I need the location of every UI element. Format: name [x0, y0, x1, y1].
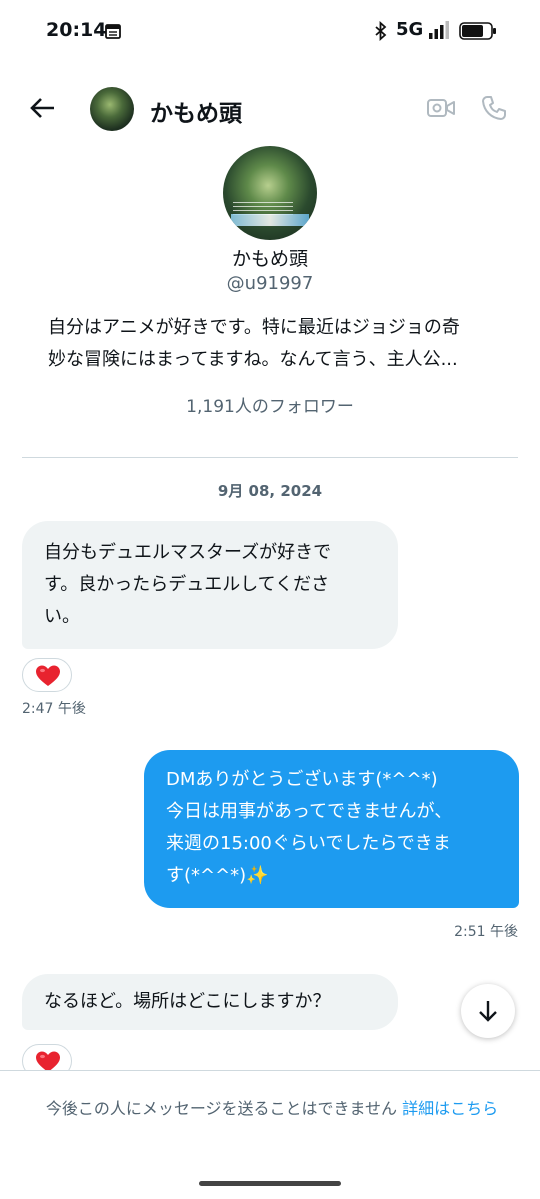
dm-restricted-footer: 今後この人にメッセージを送ることはできません 詳細はこちら — [0, 1070, 540, 1199]
video-call-icon[interactable] — [426, 95, 456, 121]
date-separator: 9月 08, 2024 — [217, 482, 323, 500]
message-bubble-incoming[interactable]: 自分もデュエルマスターズが好きで す。良かったらデュエルしてくださ い。 — [22, 521, 398, 649]
scroll-to-bottom-button[interactable] — [461, 984, 515, 1038]
conversation-title[interactable]: かもめ頭 — [150, 94, 242, 128]
back-arrow-icon[interactable] — [28, 94, 56, 122]
conversation-header: かもめ頭 — [0, 80, 540, 140]
heart-reaction[interactable] — [22, 658, 72, 692]
calendar-icon — [105, 24, 121, 39]
message-bubble-incoming[interactable]: なるほど。場所はどこにしますか？ — [22, 974, 398, 1030]
dm-restricted-notice: 今後この人にメッセージを送ることはできません 詳細はこちら — [24, 1095, 520, 1122]
notice-text: 今後この人にメッセージを送ることはできません — [45, 1099, 403, 1118]
message-text: す(*^^*)✨ — [166, 865, 269, 886]
battery-icon — [459, 22, 496, 40]
profile-handle[interactable]: @u91997 — [0, 273, 540, 294]
message-text: い。 — [44, 606, 80, 627]
message-bubble-outgoing[interactable]: DMありがとうございます(*^^*) 今日は用事があってできませんが、 来週の1… — [144, 750, 519, 908]
status-time: 20:14 — [46, 19, 107, 41]
status-bar: 20:14 5G — [0, 0, 540, 62]
message-text: す。良かったらデュエルしてくださ — [44, 574, 330, 595]
learn-more-link[interactable]: 詳細はこちら — [402, 1099, 498, 1118]
message-text: DMありがとうございます(*^^*) — [166, 769, 438, 790]
avatar-card-logo — [231, 214, 309, 226]
profile-bio-line: 自分はアニメが好きです。特に最近はジョジョの奇 — [48, 317, 460, 338]
divider — [22, 457, 518, 458]
message-text: 自分もデュエルマスターズが好きで — [44, 542, 332, 563]
message-text: 来週の15:00ぐらいでしたらできま — [166, 833, 451, 854]
arrow-down-icon — [479, 1001, 497, 1022]
home-indicator[interactable] — [199, 1181, 341, 1186]
bluetooth-icon — [375, 21, 387, 41]
signal-icon — [429, 21, 449, 39]
profile-avatar[interactable] — [223, 146, 317, 240]
profile-bio: 自分はアニメが好きです。特に最近はジョジョの奇 妙な冒険にはまってますね。なんて… — [48, 312, 498, 376]
message-timestamp: 2:47 午後 — [22, 701, 86, 717]
followers-count[interactable]: 1,191人のフォロワー — [0, 392, 540, 417]
network-label: 5G — [396, 19, 424, 40]
phone-call-icon[interactable] — [480, 94, 508, 122]
header-avatar[interactable] — [90, 87, 134, 131]
profile-bio-line: 妙な冒険にはまってますね。なんて言う、主人公... — [48, 349, 458, 370]
message-timestamp: 2:51 午後 — [454, 924, 518, 940]
heart-icon — [36, 665, 60, 686]
profile-name[interactable]: かもめ頭 — [0, 244, 540, 271]
message-text: 今日は用事があってできませんが、 — [166, 801, 453, 822]
message-text: なるほど。場所はどこにしますか？ — [44, 991, 331, 1012]
